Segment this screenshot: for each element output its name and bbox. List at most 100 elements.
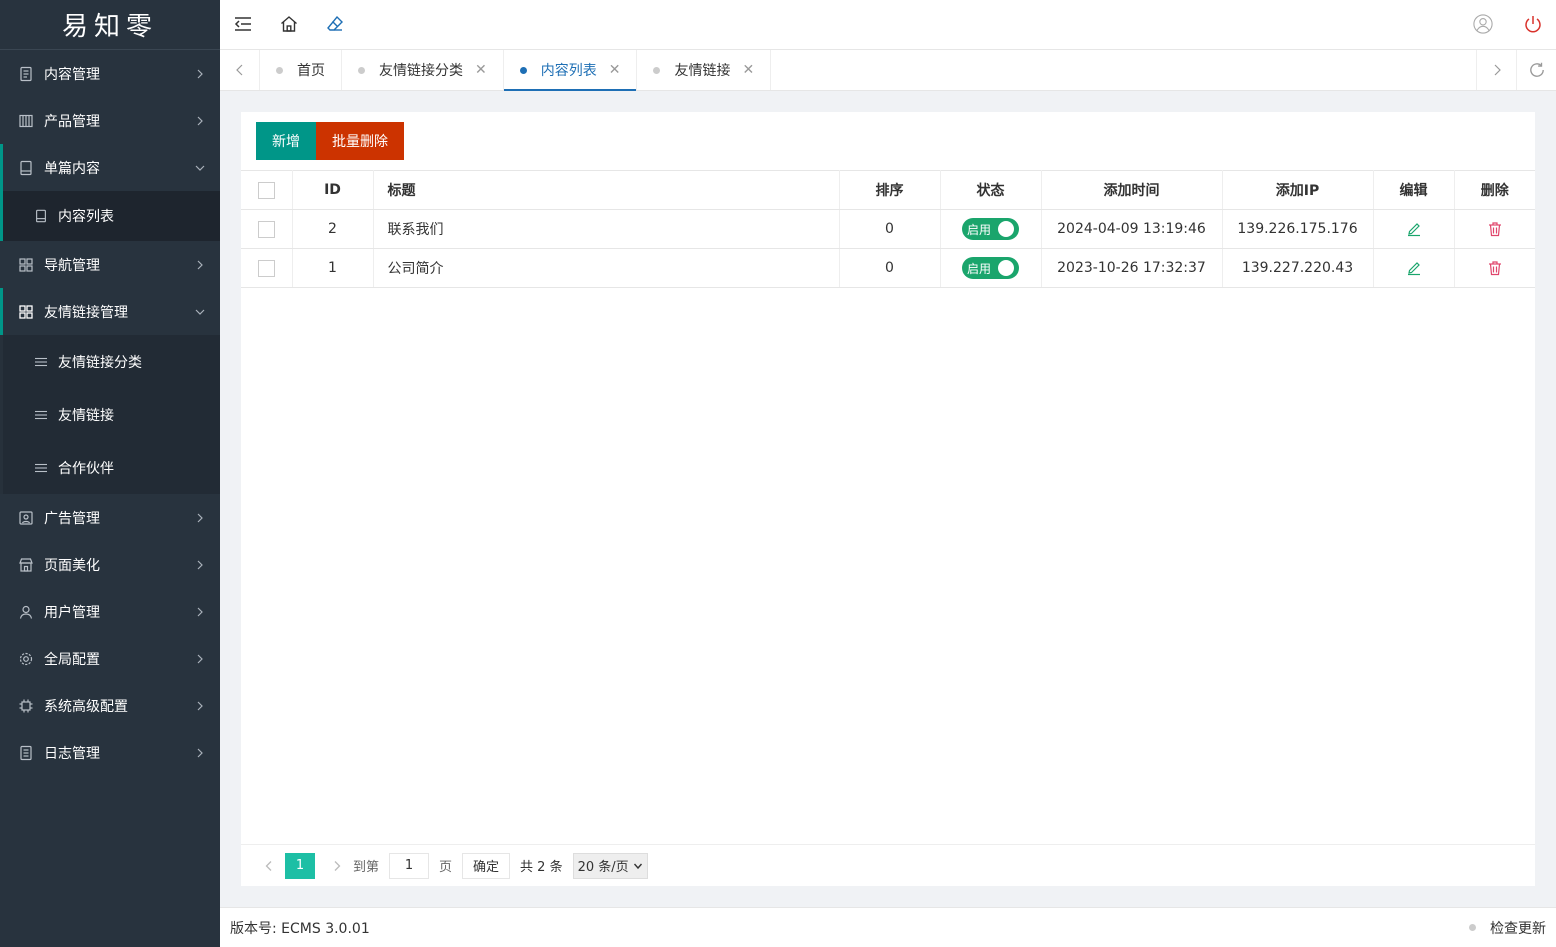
goto-page-input[interactable]: 1 [389,852,430,879]
tab-list: 首页 友情链接分类 ✕ 内容列表 ✕ 友情链接 ✕ [260,50,772,91]
page-icon [34,209,48,223]
product-icon [18,113,34,129]
image-icon [18,510,34,526]
sidebar-item-label: 全局配置 [44,651,100,668]
column-header[interactable]: 编辑 [1373,170,1455,210]
current-page[interactable]: 1 [285,852,315,879]
row-checkbox[interactable] [257,220,275,238]
sidebar-item-content-list[interactable]: 内容列表 [0,191,220,241]
toggle-knob [998,221,1014,237]
cell-title: 联系我们 [373,209,840,249]
close-icon[interactable]: ✕ [475,62,487,78]
tab-friendlink-category[interactable]: 友情链接分类 ✕ [342,50,504,90]
cell-sort: 0 [839,248,941,288]
select-all-checkbox[interactable] [257,181,275,199]
sidebar-item-navigation-management[interactable]: 导航管理 [0,241,220,288]
next-page-icon[interactable] [327,853,347,879]
status-toggle[interactable]: 启用 [962,257,1019,279]
sidebar-item-single-page[interactable]: 单篇内容 [0,144,220,191]
sidebar-item-label: 用户管理 [44,604,100,621]
sidebar-item-log-management[interactable]: 日志管理 [0,729,220,776]
tab-dot [653,66,661,74]
home-icon[interactable] [278,13,300,35]
check-update-link[interactable]: 检查更新 [1469,918,1546,938]
cell-status: 启用 [940,248,1042,288]
page-size-select[interactable]: 20 条/页 [572,852,648,879]
tab-bar: 首页 友情链接分类 ✕ 内容列表 ✕ 友情链接 ✕ [220,50,1556,91]
goto-label: 到第 [353,860,380,875]
tab-content-list[interactable]: 内容列表 ✕ [503,50,638,91]
cell-id: 1 [292,248,374,288]
table-row: 1 公司简介 0 启用 2023-10-26 17:32:37 139.227.… [241,248,1535,288]
trash-icon[interactable] [1487,221,1503,237]
sidebar-item-page-beautify[interactable]: 页面美化 [0,541,220,588]
cell-title: 公司简介 [373,248,840,288]
sidebar-item-ad-management[interactable]: 广告管理 [0,494,220,541]
sidebar-item-content-management[interactable]: 内容管理 [0,50,220,97]
sidebar-item-friendlink-management[interactable]: 友情链接管理 [0,288,220,335]
menu-collapse-icon[interactable] [232,13,254,35]
chip-icon [18,698,34,714]
tab-scroll-right-icon[interactable] [1476,50,1516,90]
sidebar-item-user-management[interactable]: 用户管理 [0,588,220,635]
column-header[interactable]: ID [292,170,374,210]
close-icon[interactable]: ✕ [742,62,754,78]
cell-delete [1454,248,1535,288]
edit-icon[interactable] [1406,221,1422,237]
avatar[interactable] [1472,13,1494,35]
tab-friendlink[interactable]: 友情链接 ✕ [637,50,772,90]
row-checkbox[interactable] [257,259,275,277]
tab-label: 友情链接 [674,63,731,79]
column-header[interactable]: 删除 [1454,170,1535,210]
total-count: 共 2 条 [520,860,563,875]
submenu-friendlink: 友情链接分类 友情链接 合作伙伴 [0,335,220,494]
trash-icon[interactable] [1487,260,1503,276]
prev-page-icon[interactable] [259,853,279,879]
power-icon[interactable] [1522,13,1544,35]
add-button[interactable]: 新增 [256,122,316,160]
column-header[interactable]: 排序 [839,170,941,210]
tab-scroll-left-icon[interactable] [220,50,260,90]
tab-label: 内容列表 [540,63,597,79]
sidebar-item-advanced-config[interactable]: 系统高级配置 [0,682,220,729]
version-text: 版本号: ECMS 3.0.01 [230,920,370,937]
chevron-right-icon [194,653,206,665]
chevron-right-icon [194,115,206,127]
list-icon [34,408,48,422]
page-size-value: 20 条/页 [577,860,629,875]
sidebar-item-global-config[interactable]: 全局配置 [0,635,220,682]
toggle-knob [998,260,1014,276]
sidebar-item-label: 友情链接管理 [44,304,128,321]
page-icon [18,160,34,176]
refresh-icon[interactable] [1516,50,1556,90]
table-header-row: ID 标题 排序 状态 添加时间 添加IP 编辑 删除 [241,170,1535,210]
cell-add-ip: 139.227.220.43 [1222,248,1374,288]
goto-confirm-button[interactable]: 确定 [462,852,511,879]
cell-status: 启用 [940,209,1042,249]
clear-cache-icon[interactable] [324,13,346,35]
tab-dot [276,66,283,74]
column-header[interactable]: 标题 [373,170,840,210]
sidebar-item-partners[interactable]: 合作伙伴 [0,441,220,494]
sidebar-item-product-management[interactable]: 产品管理 [0,97,220,144]
tab-home[interactable]: 首页 [260,50,342,90]
sidebar-item-label: 友情链接 [58,407,114,424]
toolbar: 新增 批量删除 [256,122,404,160]
sidebar-item-friendlink-category[interactable]: 友情链接分类 [0,335,220,388]
edit-icon[interactable] [1406,260,1422,276]
log-icon [18,745,34,761]
column-header[interactable]: 添加时间 [1041,170,1223,210]
column-header[interactable]: 添加IP [1222,170,1374,210]
chevron-down-icon [194,306,206,318]
cell-add-ip: 139.226.175.176 [1222,209,1374,249]
sidebar: 易知零 内容管理 产品管理 单篇内容 内容列表 导航管理 友情链接管理 友情链接… [0,0,220,947]
chevron-down-icon [633,863,642,869]
sidebar-item-friendlink[interactable]: 友情链接 [0,388,220,441]
batch-delete-button[interactable]: 批量删除 [316,122,404,160]
grid-icon [18,257,34,273]
column-header[interactable]: 状态 [940,170,1042,210]
close-icon[interactable]: ✕ [609,62,621,78]
tab-dot [358,66,365,74]
status-toggle[interactable]: 启用 [962,218,1019,240]
footer: 版本号: ECMS 3.0.01 检查更新 [220,907,1556,947]
